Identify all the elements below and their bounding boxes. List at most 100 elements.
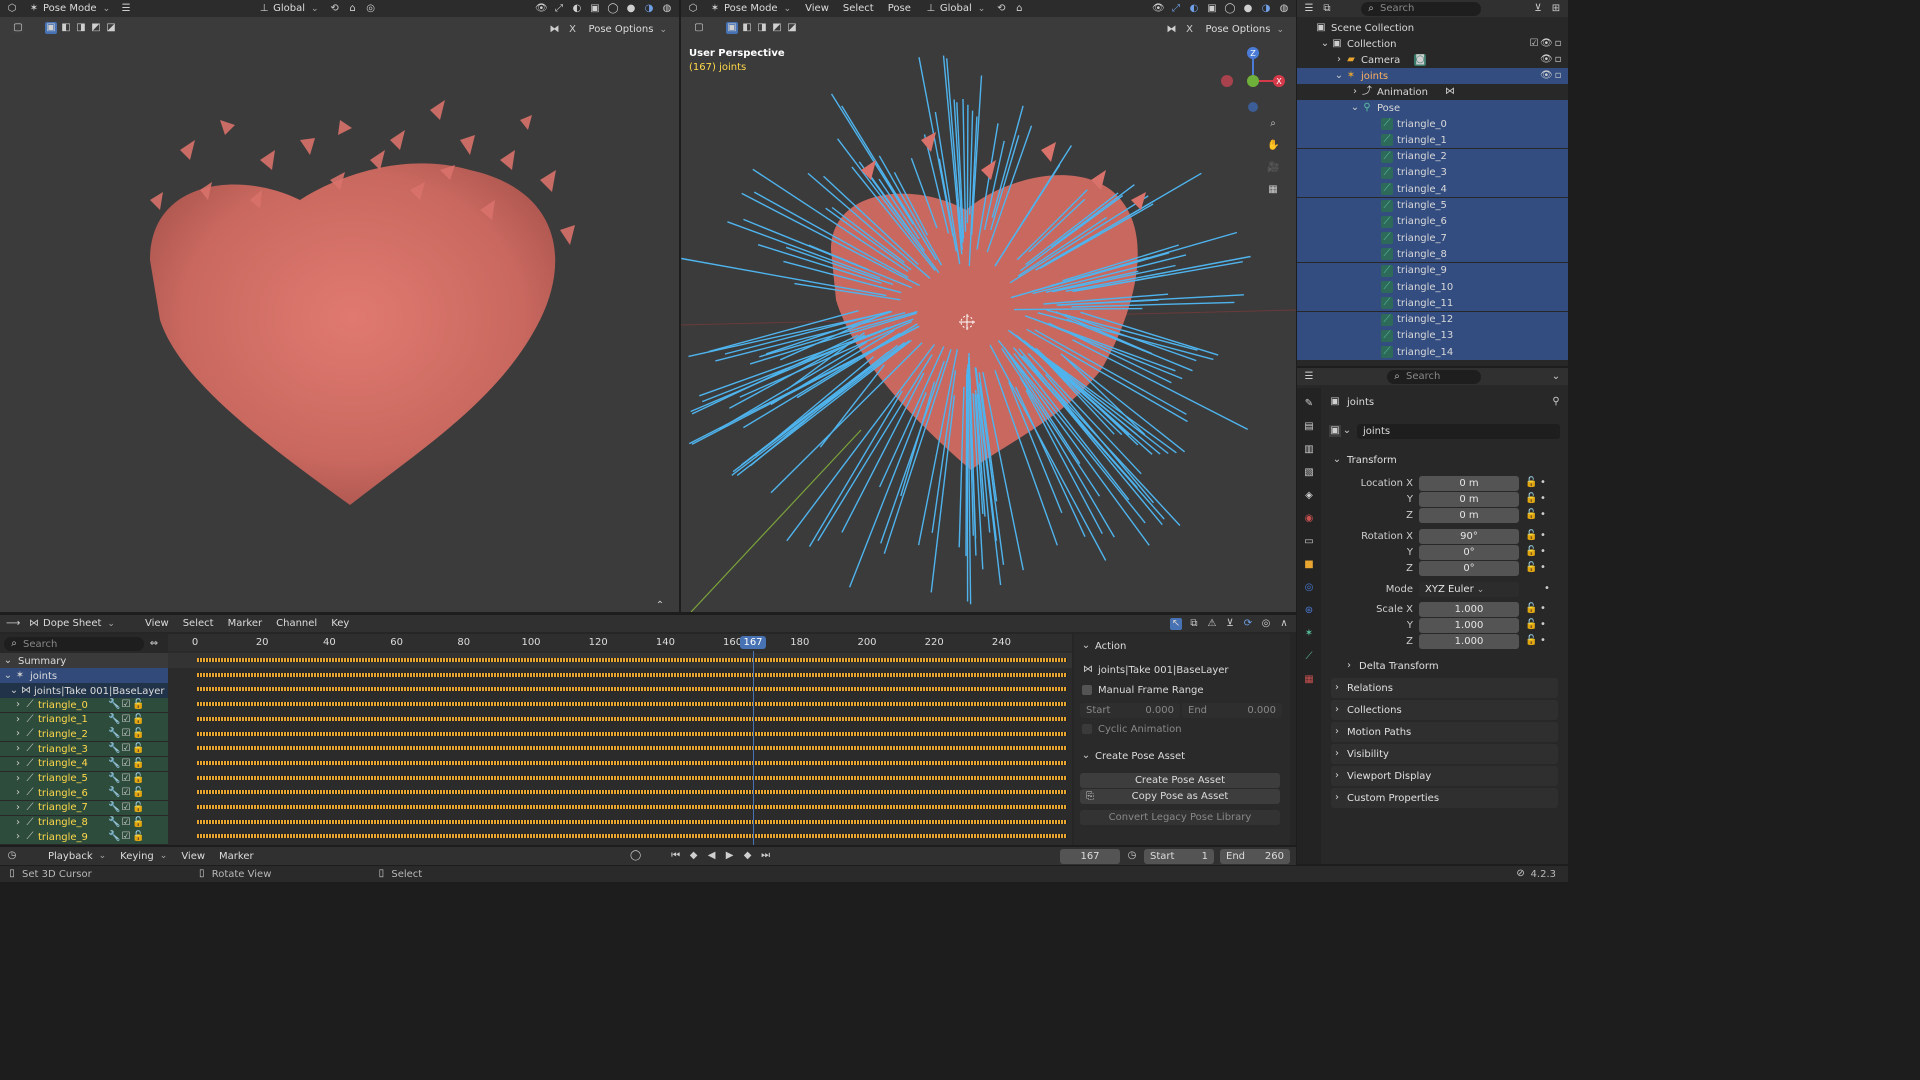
lock-icon[interactable]: 🔓 — [132, 787, 144, 799]
panel-custom-properties[interactable]: › Custom Properties — [1331, 788, 1558, 808]
filter-icon[interactable]: ⊻ — [1224, 618, 1236, 630]
prev-keyframe-icon[interactable]: ◆ — [688, 850, 700, 862]
wrench-icon[interactable]: 🔧 — [108, 758, 120, 770]
chevron-right-icon[interactable]: › — [12, 831, 24, 843]
jump-end-icon[interactable]: ⏭ — [760, 850, 772, 862]
tree-bone-item[interactable]: ⟋ triangle_14 — [1297, 344, 1568, 361]
jump-start-icon[interactable]: ⏮ — [670, 850, 682, 862]
end-frame-field[interactable]: End 260 — [1220, 848, 1290, 864]
armature-data-tab-icon[interactable]: ✶ — [1303, 628, 1315, 640]
keyframe-row[interactable] — [197, 746, 1067, 751]
channel-search[interactable]: ⌕ Search — [4, 637, 144, 651]
editor-type-icon[interactable]: ☰ — [1303, 3, 1315, 15]
keyframe-row[interactable] — [197, 805, 1067, 809]
panel-motion-paths[interactable]: › Motion Paths — [1331, 722, 1558, 742]
zoom-icon[interactable]: ⌕ — [1267, 118, 1279, 130]
keyframe-row[interactable] — [197, 672, 1067, 677]
pan-hand-icon[interactable]: ✋ — [1267, 140, 1279, 152]
rotation-z-field[interactable]: 0° — [1419, 560, 1519, 576]
rotation-x-field[interactable]: 90° — [1419, 528, 1519, 544]
keyframe-dot-icon[interactable]: • — [1537, 477, 1549, 489]
location-x-field[interactable]: 0 m — [1419, 475, 1519, 491]
scene-tab-icon[interactable]: ◈ — [1303, 490, 1315, 502]
errors-icon[interactable]: ⚠ — [1206, 618, 1218, 630]
checkbox-icon[interactable]: ☑ — [120, 699, 132, 711]
wrench-icon[interactable]: 🔧 — [108, 831, 120, 843]
channel-group[interactable]: › ⟋ triangle_0 🔧 ☑ 🔓 — [0, 698, 168, 712]
action-name-row[interactable]: ⋈ joints|Take 001|BaseLayer — [1074, 662, 1290, 678]
frame-ruler[interactable]: 0 20 40 60 80 100 120 140 160 180 200 220 240 — [168, 634, 1072, 651]
keyframe-row[interactable] — [197, 819, 1067, 824]
wrench-icon[interactable]: 🔧 — [108, 699, 120, 711]
chevron-right-icon[interactable]: › — [12, 743, 24, 755]
timeline-editor-icon[interactable]: ◷ — [6, 850, 18, 862]
tree-collection[interactable]: ⌄ ▣ Collection ☑ 👁 ▫ — [1297, 36, 1568, 52]
viewport-right[interactable]: ⬡ ✶Pose Mode View Select Pose ⊥Global ⟲ … — [681, 0, 1296, 612]
channel-summary[interactable]: ⌄ Summary — [0, 653, 168, 669]
keyframe-dot-icon[interactable]: • — [1541, 583, 1553, 595]
manual-frame-range-row[interactable]: Manual Frame Range — [1074, 682, 1290, 698]
play-icon[interactable]: ▶ — [724, 850, 736, 862]
lock-icon[interactable]: 🔓 — [1525, 530, 1537, 542]
transform-panel-header[interactable]: ⌄ Transform — [1331, 450, 1558, 470]
keyframe-row[interactable] — [197, 834, 1067, 839]
properties-search[interactable]: ⌕ Search — [1387, 369, 1481, 384]
eye-icon[interactable]: 👁 — [1540, 54, 1553, 66]
start-frame-field[interactable]: Start 1 — [1144, 848, 1214, 864]
channel-joints[interactable]: ⌄ ✶ joints — [0, 668, 168, 684]
tree-bone-item[interactable]: ⟋ triangle_7 — [1297, 230, 1568, 247]
tree-joints[interactable]: ⌄ ✶ joints 👁 ▫ — [1297, 68, 1568, 84]
tree-camera[interactable]: › ▰ Camera ◙ 👁 ▫ — [1297, 52, 1568, 68]
scale-x-field[interactable]: 1.000 — [1419, 601, 1519, 617]
camera-view-icon[interactable]: 🎥 — [1267, 162, 1279, 174]
keyframe-row[interactable] — [197, 687, 1067, 692]
ds-menu-marker[interactable]: Marker — [224, 616, 267, 631]
convert-legacy-button[interactable]: Convert Legacy Pose Library — [1080, 810, 1280, 825]
lock-icon[interactable]: 🔓 — [1525, 477, 1537, 489]
checkbox-icon[interactable]: ☑ — [120, 773, 132, 785]
checkbox-icon[interactable]: ☑ — [120, 817, 132, 829]
tree-bone-item[interactable]: ⟋ triangle_11 — [1297, 295, 1568, 312]
lock-icon[interactable]: 🔓 — [132, 758, 144, 770]
chevron-right-icon[interactable]: › — [1349, 86, 1361, 98]
keyframe-row[interactable] — [197, 716, 1067, 721]
ds-menu-channel[interactable]: Channel — [272, 616, 321, 631]
wrench-icon[interactable]: 🔧 — [108, 773, 120, 785]
viewport-left[interactable]: ⬡ ✶Pose Mode ☰ ⊥Global ⟲ ⌂ ◎ 👁 ⤢ ◐ ▣ ◯ ●… — [0, 0, 679, 612]
output-tab-icon[interactable]: ▥ — [1303, 444, 1315, 456]
keyframe-dot-icon[interactable]: • — [1537, 546, 1549, 558]
chevron-right-icon[interactable]: › — [12, 714, 24, 726]
location-y-field[interactable]: 0 m — [1419, 491, 1519, 507]
camera-render-icon[interactable]: ▫ — [1552, 38, 1564, 50]
channel-group[interactable]: › ⟋ triangle_2 🔧 ☑ 🔓 — [0, 727, 168, 742]
chevron-down-icon[interactable]: ⌄ — [2, 670, 14, 682]
delta-transform-header[interactable]: › Delta Transform — [1331, 656, 1558, 676]
interpolation-icon[interactable]: ∧ — [1278, 618, 1290, 630]
panel-viewport-display[interactable]: › Viewport Display — [1331, 766, 1558, 786]
chevron-down-icon[interactable]: ⌄ — [1341, 425, 1353, 437]
chevron-down-icon[interactable]: ⌄ — [2, 655, 14, 667]
checkbox-icon[interactable]: ☑ — [120, 831, 132, 843]
lock-icon[interactable]: 🔓 — [1525, 619, 1537, 631]
eye-icon[interactable]: 👁 — [1540, 70, 1553, 82]
editor-type-icon[interactable]: ⟶ — [6, 618, 20, 630]
chevron-right-icon[interactable]: › — [12, 699, 24, 711]
auto-merge-icon[interactable]: ⟳ — [1242, 618, 1254, 630]
tree-bone-item[interactable]: ⟋ triangle_10 — [1297, 279, 1568, 295]
checkbox-icon[interactable]: ☑ — [120, 787, 132, 799]
view-layer-tab-icon[interactable]: ▧ — [1303, 467, 1315, 479]
chevron-right-icon[interactable]: › — [12, 758, 24, 770]
play-reverse-icon[interactable]: ◀ — [706, 850, 718, 862]
action-panel-header[interactable]: ⌄ Action — [1074, 638, 1290, 654]
lock-icon[interactable]: 🔓 — [1525, 562, 1537, 574]
lock-icon[interactable]: 🔓 — [132, 714, 144, 726]
tree-bone-item[interactable]: ⟋ triangle_13 — [1297, 327, 1568, 344]
channel-group[interactable]: › ⟋ triangle_4 🔧 ☑ 🔓 — [0, 756, 168, 771]
object-tab-icon[interactable]: ■ — [1303, 559, 1315, 571]
chevron-down-icon[interactable]: ⌄ — [1333, 70, 1345, 82]
keyframe-row[interactable] — [197, 790, 1067, 795]
tree-bone-item[interactable]: ⟋ triangle_9 — [1297, 262, 1568, 279]
checkbox-icon[interactable]: ☑ — [120, 743, 132, 755]
keyframe-dot-icon[interactable]: • — [1537, 562, 1549, 574]
render-tab-icon[interactable]: ▤ — [1303, 421, 1315, 433]
